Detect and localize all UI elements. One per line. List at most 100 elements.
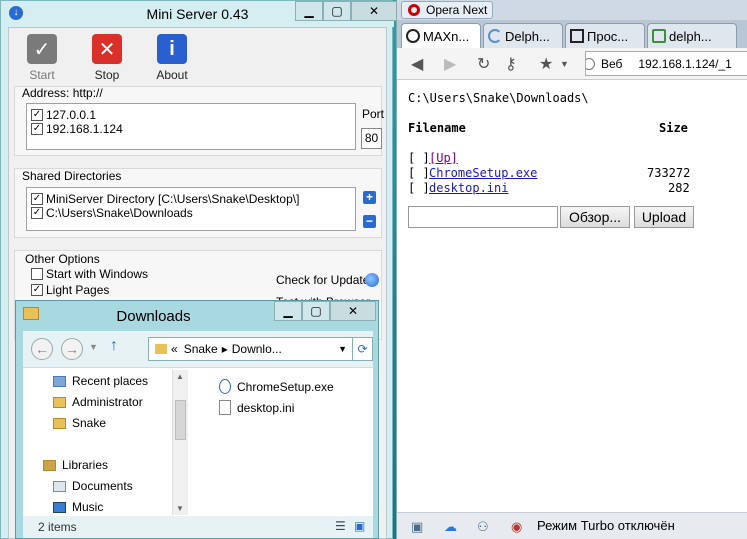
opera-menu-button[interactable]: Opera Next [401,1,493,19]
reload-icon[interactable]: ↻ [477,54,490,74]
checkbox[interactable]: ✓ [31,193,43,205]
port-label: Port [362,107,385,121]
checkbox[interactable]: ✓ [31,284,43,296]
light-pages-option[interactable]: ✓ Light Pages [31,283,109,297]
address-bar[interactable]: « Snake ▸ Downlo... ▼ [148,337,354,361]
stop-icon: ✕ [92,34,122,64]
file-link[interactable]: desktop.ini [429,181,508,195]
maximize-button[interactable]: ▢ [302,301,330,321]
checkbox[interactable]: ✓ [31,123,43,135]
tree-item-music[interactable]: Music [53,500,103,514]
browser-status-bar: ▣ ☁ ⚇ ◉ Режим Turbo отключён [397,512,747,539]
about-button[interactable]: i About [147,34,197,82]
tree-scrollbar[interactable]: ▲ ▼ [172,370,188,515]
installer-icon [219,379,231,394]
checkbox[interactable] [31,268,43,280]
forward-icon[interactable]: → [61,338,83,360]
row-checkbox[interactable]: [ ] [408,151,430,165]
file-item[interactable]: ChromeSetup.exe [219,379,334,394]
file-item[interactable]: desktop.ini [219,400,294,415]
up-link[interactable]: [Up] [429,151,458,165]
scroll-thumb[interactable] [175,400,186,440]
minimize-button[interactable]: ▁ [274,301,302,321]
globe-icon[interactable] [365,273,379,287]
info-icon: i [157,34,187,64]
recent-dropdown-icon[interactable]: ▼ [89,342,98,352]
scroll-up-icon[interactable]: ▲ [176,372,184,381]
about-label: About [156,68,188,82]
tab-prosmotr[interactable]: Прос... [565,23,645,48]
folder-icon [155,344,167,354]
explorer-title: Downloads [116,308,191,325]
status-bar: 2 items ☰ ▣ [23,516,373,538]
web-page: C:\Users\Snake\Downloads\ Filename Size … [397,80,747,512]
shared-item[interactable]: ✓ MiniServer Directory [C:\Users\Snake\De… [31,192,299,206]
chevron-down-icon[interactable]: ▼ [560,59,569,69]
back-icon[interactable]: ◀ [411,54,423,74]
address-label: Address: http:// [22,86,103,100]
upload-button[interactable]: Upload [634,206,694,228]
browser-toolbar: ◀ ▶ ↻ ⚷ ★ ▼ Веб 192.168.1.124/_1 [397,48,747,80]
file-link[interactable]: ChromeSetup.exe [429,166,537,180]
large-icons-view-icon[interactable]: ▣ [354,519,365,533]
turbo-icon[interactable]: ◉ [511,519,522,535]
file-icon [219,400,231,415]
row-checkbox[interactable]: [ ] [408,166,430,180]
back-icon[interactable]: ← [31,338,53,360]
tree-item-libraries[interactable]: Libraries [43,458,108,472]
key-icon[interactable]: ⚷ [505,54,517,74]
file-path-input[interactable] [408,206,558,228]
minimize-button[interactable]: ▁ [295,1,323,21]
globe-icon [586,57,595,70]
checkbox[interactable]: ✓ [31,207,43,219]
address-item[interactable]: ✓ 192.168.1.124 [31,122,123,136]
browse-button[interactable]: Обзор... [560,206,630,228]
address-list[interactable]: ✓ 127.0.0.1 ✓ 192.168.1.124 [26,103,356,150]
shared-item[interactable]: ✓ C:\Users\Snake\Downloads [31,206,193,220]
tree-item-documents[interactable]: Documents [53,479,133,493]
miniserver-titlebar[interactable]: ↓ Mini Server 0.43 ▁ ▢ ✕ [1,1,397,27]
shared-list[interactable]: ✓ MiniServer Directory [C:\Users\Snake\De… [26,187,356,231]
stop-button[interactable]: ✕ Stop [82,34,132,82]
close-button[interactable]: ✕ [351,1,397,21]
remove-directory-button[interactable]: − [363,215,376,228]
opera-logo-icon [408,4,420,16]
details-view-icon[interactable]: ☰ [335,519,346,533]
scroll-down-icon[interactable]: ▼ [176,504,184,513]
item-count: 2 items [38,520,77,534]
address-bar[interactable]: Веб 192.168.1.124/_1 [585,51,747,76]
close-button[interactable]: ✕ [330,301,376,321]
check-update-link[interactable]: Check for Update [276,273,369,287]
tab-delphi-search[interactable]: delph... [647,23,737,48]
refresh-icon[interactable]: ⟳ [352,337,373,361]
chevron-down-icon[interactable]: ▼ [338,344,347,354]
tree-item-recent-places[interactable]: Recent places [53,374,148,388]
forward-icon[interactable]: ▶ [444,54,456,74]
url-text[interactable]: 192.168.1.124/_1 [638,57,731,71]
row-checkbox[interactable]: [ ] [408,181,430,195]
opera-window: Opera Next MAXn... Delph... Прос... delp… [396,0,747,539]
tree-item-snake[interactable]: Snake [53,416,106,430]
tab-maxn[interactable]: MAXn... [401,23,481,48]
port-input[interactable]: 80 [361,128,382,149]
start-button[interactable]: ✓ Start [17,34,67,82]
breadcrumb-overflow[interactable]: « [171,342,178,356]
opera-titlebar: Opera Next [397,0,747,20]
up-arrow-icon[interactable]: ↑ [110,337,118,355]
cloud-sync-icon[interactable]: ☁ [444,519,457,535]
panel-toggle-icon[interactable]: ▣ [411,519,423,535]
checkbox[interactable]: ✓ [31,109,43,121]
breadcrumb-item[interactable]: Downlo... [232,342,282,356]
start-with-windows-option[interactable]: Start with Windows [31,267,148,281]
maximize-button[interactable]: ▢ [323,1,351,21]
tab-delphi[interactable]: Delph... [483,23,563,48]
address-item[interactable]: ✓ 127.0.0.1 [31,108,96,122]
start-label: Start [29,68,55,82]
breadcrumb-item[interactable]: Snake [184,342,218,356]
unite-icon[interactable]: ⚇ [477,519,489,535]
options-label: Other Options [25,252,100,266]
bookmark-star-icon[interactable]: ★ [539,54,553,74]
add-directory-button[interactable]: + [363,191,376,204]
page-path: C:\Users\Snake\Downloads\ [408,91,589,105]
tree-item-administrator[interactable]: Administrator [53,395,143,409]
